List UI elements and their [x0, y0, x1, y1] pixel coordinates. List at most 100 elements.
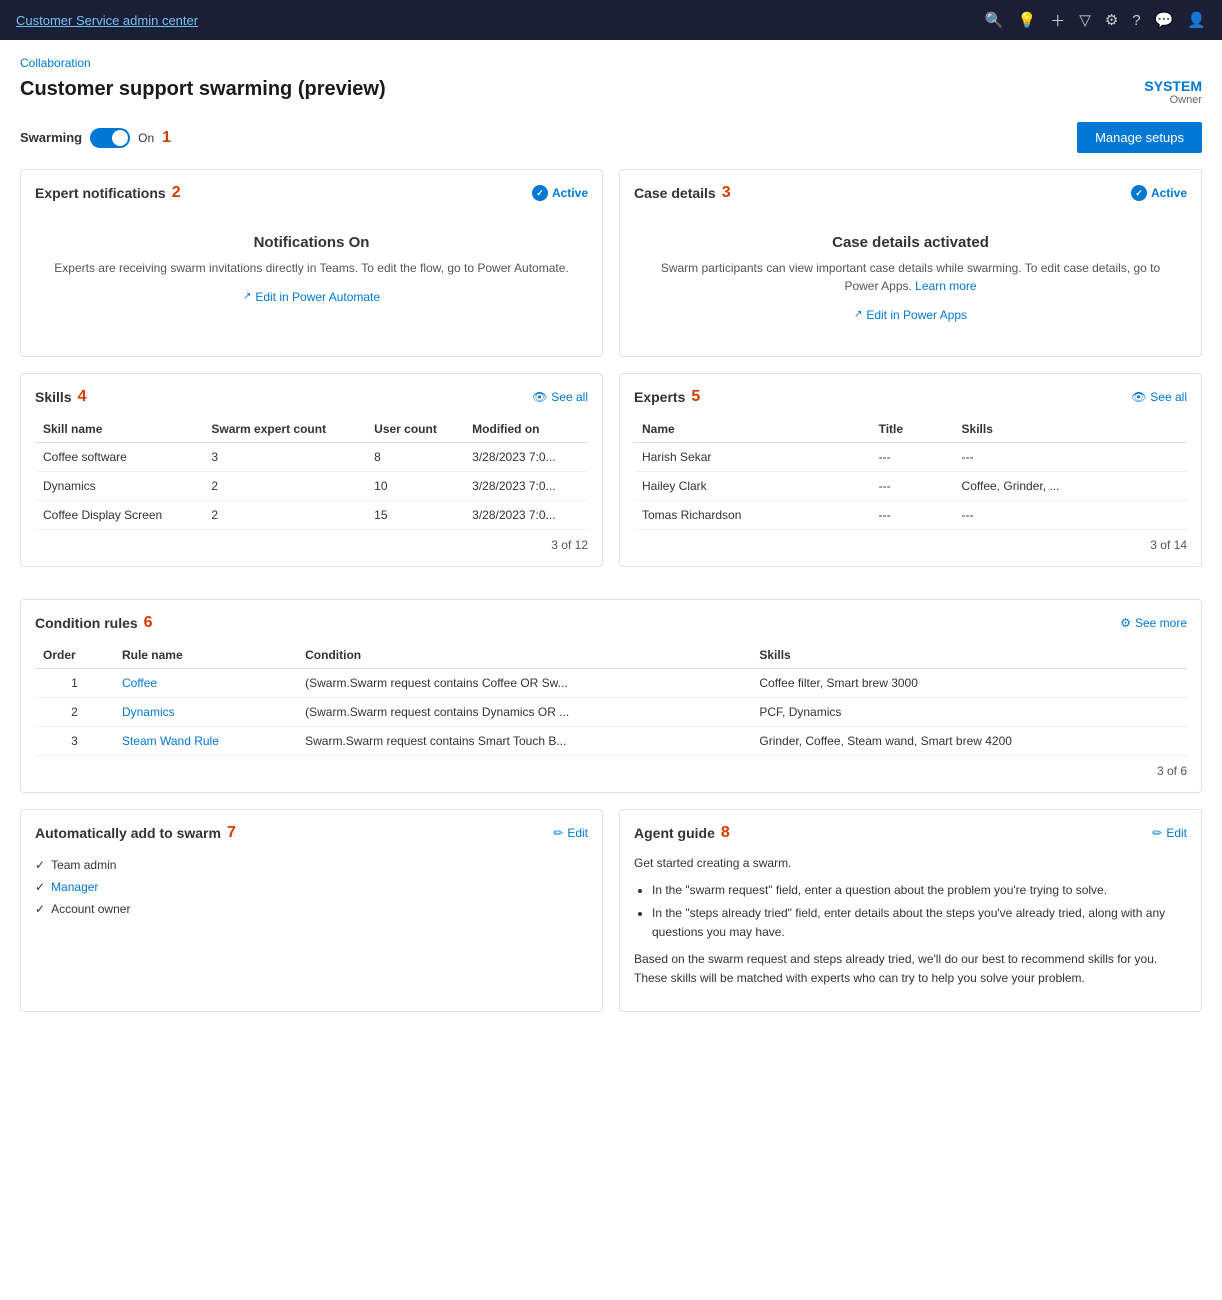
expert-name: Tomas Richardson — [634, 500, 871, 529]
skills-header: Skills 4 👁 See all — [35, 388, 588, 406]
expert-notifications-card: Expert notifications 2 ✓ Active Notifica… — [20, 169, 603, 357]
cr-name: Coffee — [114, 668, 297, 697]
help-icon[interactable]: ? — [1132, 12, 1140, 29]
filter-icon[interactable]: ▽ — [1079, 11, 1091, 29]
settings-icon[interactable]: ⚙ — [1105, 11, 1118, 29]
expert-skills: Coffee, Grinder, ... — [954, 471, 1187, 500]
breadcrumb[interactable]: Collaboration — [20, 56, 1202, 70]
edit-power-automate-link[interactable]: ↗ Edit in Power Automate — [243, 290, 380, 304]
skills-pagination: 3 of 12 — [35, 530, 588, 552]
condition-rules-table: Order Rule name Condition Skills 1 Coffe… — [35, 642, 1187, 756]
case-details-desc: Swarm participants can view important ca… — [644, 259, 1177, 295]
experts-table-head: Name Title Skills — [634, 416, 1187, 443]
expert-name: Harish Sekar — [634, 442, 871, 471]
skill-expert-count: 3 — [203, 442, 366, 471]
search-icon[interactable]: 🔍 — [985, 11, 1004, 29]
experts-pagination: 3 of 14 — [634, 530, 1187, 552]
toggle-knob — [112, 130, 128, 146]
condition-rules-title: Condition rules 6 — [35, 614, 153, 632]
learn-more-link[interactable]: Learn more — [915, 279, 976, 293]
main-content: Collaboration Customer support swarming … — [0, 40, 1222, 1300]
cr-order: 1 — [35, 668, 114, 697]
list-item: Account owner — [35, 898, 588, 920]
auto-swarm-edit-link[interactable]: ✏ Edit — [553, 826, 588, 840]
cr-condition: (Swarm.Swarm request contains Coffee OR … — [297, 668, 751, 697]
skill-modified: 3/28/2023 7:0... — [464, 442, 588, 471]
cr-order: 2 — [35, 697, 114, 726]
step-6-number: 6 — [144, 614, 153, 632]
skill-name: Dynamics — [35, 471, 203, 500]
experts-header: Experts 5 👁 See all — [634, 388, 1187, 406]
cr-name: Steam Wand Rule — [114, 726, 297, 755]
plus-icon[interactable]: ＋ — [1050, 10, 1065, 31]
list-item: Manager — [35, 876, 588, 898]
cr-skills: PCF, Dynamics — [751, 697, 1187, 726]
system-owner: SYSTEM Owner — [1144, 78, 1202, 106]
page-header: Customer support swarming (preview) SYST… — [20, 78, 1202, 106]
table-row: Tomas Richardson --- --- — [634, 500, 1187, 529]
agent-guide-text: Get started creating a swarm. In the "sw… — [634, 854, 1187, 989]
app-title[interactable]: Customer Service admin center — [16, 13, 973, 28]
experts-title: Experts 5 — [634, 388, 700, 406]
skills-card: Skills 4 👁 See all Skill name Swarm expe… — [20, 373, 603, 567]
skills-col-modified: Modified on — [464, 416, 588, 443]
experts-table-body: Harish Sekar --- --- Hailey Clark --- Co… — [634, 442, 1187, 529]
cr-condition: (Swarm.Swarm request contains Dynamics O… — [297, 697, 751, 726]
edit-icon: ✏ — [553, 826, 563, 840]
expert-skills: --- — [954, 500, 1187, 529]
skills-table-head: Skill name Swarm expert count User count… — [35, 416, 588, 443]
expert-skills: --- — [954, 442, 1187, 471]
cr-skills: Grinder, Coffee, Steam wand, Smart brew … — [751, 726, 1187, 755]
chat-icon[interactable]: 💬 — [1155, 11, 1174, 29]
edit-power-apps-link[interactable]: ↗ Edit in Power Apps — [854, 308, 967, 322]
step-3-number: 3 — [722, 184, 731, 202]
skill-modified: 3/28/2023 7:0... — [464, 500, 588, 529]
table-row: Hailey Clark --- Coffee, Grinder, ... — [634, 471, 1187, 500]
user-icon[interactable]: 👤 — [1187, 11, 1206, 29]
topbar: Customer Service admin center 🔍 💡 ＋ ▽ ⚙ … — [0, 0, 1222, 40]
agent-guide-card: Agent guide 8 ✏ Edit Get started creatin… — [619, 809, 1202, 1012]
swarming-title: Swarming — [20, 130, 82, 145]
step-5-number: 5 — [691, 388, 700, 406]
skill-user-count: 15 — [366, 500, 464, 529]
swarming-toggle[interactable] — [90, 128, 130, 148]
condition-rules-header: Condition rules 6 ⚙ See more — [35, 614, 1187, 632]
skills-title: Skills 4 — [35, 388, 87, 406]
agent-guide-edit-link[interactable]: ✏ Edit — [1152, 826, 1187, 840]
skill-expert-count: 2 — [203, 500, 366, 529]
case-details-check-icon: ✓ — [1131, 185, 1147, 201]
condition-rules-see-more-link[interactable]: ⚙ See more — [1120, 616, 1187, 630]
skills-table-body: Coffee software 3 8 3/28/2023 7:0... Dyn… — [35, 442, 588, 529]
cr-col-rule-name: Rule name — [114, 642, 297, 669]
experts-see-all-link[interactable]: 👁 See all — [1131, 390, 1187, 404]
step-1-number: 1 — [162, 129, 171, 147]
case-details-active-badge: ✓ Active — [1131, 185, 1187, 201]
condition-rules-head: Order Rule name Condition Skills — [35, 642, 1187, 669]
notifications-on-title: Notifications On — [45, 234, 578, 251]
external-link-icon: ↗ — [243, 291, 251, 302]
expert-notifications-body: Notifications On Experts are receiving s… — [35, 214, 588, 324]
experts-col-name: Name — [634, 416, 871, 443]
experts-col-skills: Skills — [954, 416, 1187, 443]
system-label: SYSTEM — [1144, 78, 1202, 94]
cr-order: 3 — [35, 726, 114, 755]
experts-card: Experts 5 👁 See all Name Title Skills — [619, 373, 1202, 567]
experts-table: Name Title Skills Harish Sekar --- --- H… — [634, 416, 1187, 530]
auto-swarm-list: Team adminManagerAccount owner — [35, 854, 588, 920]
skills-see-all-link[interactable]: 👁 See all — [532, 390, 588, 404]
active-check-icon: ✓ — [532, 185, 548, 201]
lightbulb-icon[interactable]: 💡 — [1018, 11, 1037, 29]
expert-notifications-title: Expert notifications 2 — [35, 184, 181, 202]
cr-condition: Swarm.Swarm request contains Smart Touch… — [297, 726, 751, 755]
topbar-icons: 🔍 💡 ＋ ▽ ⚙ ? 💬 👤 — [985, 10, 1206, 31]
expert-notifications-header: Expert notifications 2 ✓ Active — [35, 184, 588, 202]
cr-col-order: Order — [35, 642, 114, 669]
agent-guide-intro: Get started creating a swarm. — [634, 854, 1187, 873]
owner-label: Owner — [1144, 94, 1202, 106]
case-details-activated-title: Case details activated — [644, 234, 1177, 251]
auto-swarm-title: Automatically add to swarm 7 — [35, 824, 236, 842]
list-item: In the "steps already tried" field, ente… — [652, 904, 1187, 942]
manage-setups-button[interactable]: Manage setups — [1077, 122, 1202, 153]
eye-icon-2: 👁 — [1131, 390, 1146, 404]
agent-guide-edit-icon: ✏ — [1152, 826, 1162, 840]
